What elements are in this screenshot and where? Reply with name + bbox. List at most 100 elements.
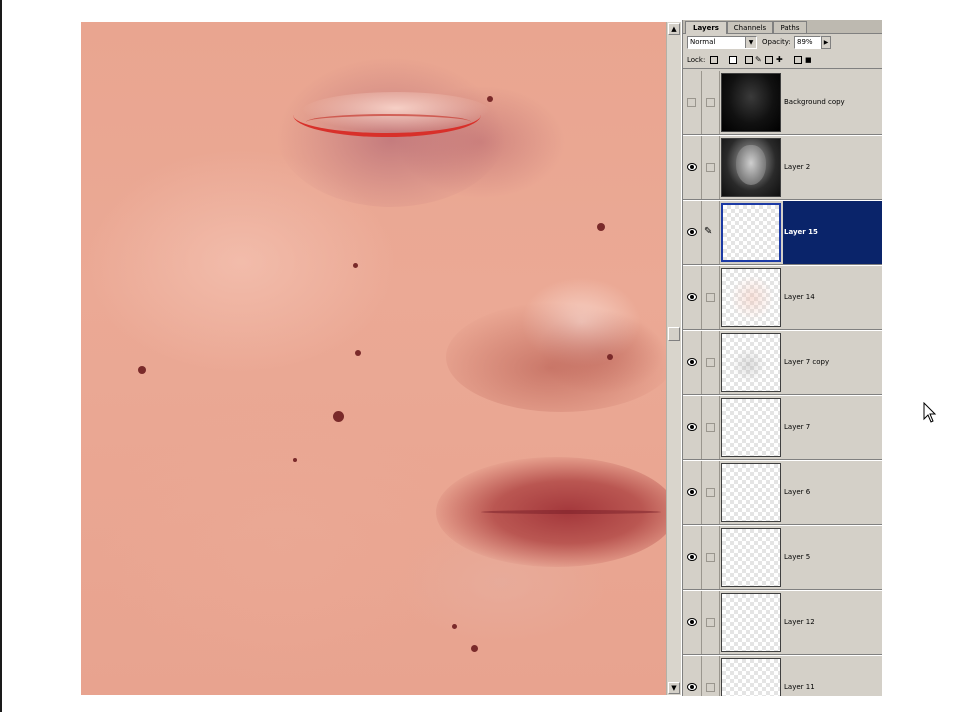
scroll-thumb[interactable] bbox=[668, 327, 680, 341]
link-toggle[interactable]: ✎ bbox=[702, 201, 720, 264]
mole bbox=[355, 350, 361, 356]
layer-name[interactable]: Layer 11 bbox=[783, 656, 882, 696]
empty-link-slot[interactable] bbox=[706, 618, 715, 627]
layer-row[interactable]: Layer 2 bbox=[683, 136, 882, 200]
empty-visibility-slot[interactable] bbox=[687, 98, 696, 107]
eye-icon[interactable] bbox=[687, 683, 697, 691]
layer-row[interactable]: Layer 7 bbox=[683, 396, 882, 460]
layer-name[interactable]: Layer 7 bbox=[783, 396, 882, 459]
opacity-slider-arrow-icon[interactable]: ▶ bbox=[821, 36, 831, 49]
visibility-toggle[interactable] bbox=[683, 71, 702, 134]
layer-thumbnail[interactable] bbox=[721, 203, 781, 262]
layer-thumbnail[interactable] bbox=[721, 138, 781, 197]
eye-icon[interactable] bbox=[687, 358, 697, 366]
brush-icon: ✎ bbox=[755, 55, 762, 64]
layer-thumbnail[interactable] bbox=[721, 658, 781, 696]
empty-link-slot[interactable] bbox=[706, 683, 715, 692]
layer-row[interactable]: Background copy bbox=[683, 71, 882, 135]
layer-thumbnail[interactable] bbox=[721, 268, 781, 327]
layer-row[interactable]: Layer 12 bbox=[683, 591, 882, 655]
lock-all-checkbox[interactable] bbox=[794, 56, 802, 64]
link-toggle[interactable] bbox=[702, 71, 720, 134]
layer-row[interactable]: Layer 11 bbox=[683, 656, 882, 696]
eye-icon[interactable] bbox=[687, 488, 697, 496]
mole bbox=[452, 624, 457, 629]
layer-row[interactable]: Layer 7 copy bbox=[683, 331, 882, 395]
lock-transparency-checkbox[interactable] bbox=[710, 56, 718, 64]
opacity-field[interactable]: 89% bbox=[794, 36, 821, 49]
empty-link-slot[interactable] bbox=[706, 423, 715, 432]
layer-row[interactable]: ✎ Layer 15 bbox=[683, 201, 882, 265]
tab-channels[interactable]: Channels bbox=[727, 21, 773, 33]
empty-link-slot[interactable] bbox=[706, 98, 715, 107]
link-toggle[interactable] bbox=[702, 656, 720, 696]
link-toggle[interactable] bbox=[702, 266, 720, 329]
scroll-down-arrow-icon[interactable]: ▼ bbox=[668, 682, 680, 694]
scroll-up-arrow-icon[interactable]: ▲ bbox=[668, 23, 680, 35]
empty-link-slot[interactable] bbox=[706, 293, 715, 302]
layer-name[interactable]: Layer 7 copy bbox=[783, 331, 882, 394]
eye-icon[interactable] bbox=[687, 618, 697, 626]
layer-row[interactable]: Layer 6 bbox=[683, 461, 882, 525]
tab-paths[interactable]: Paths bbox=[773, 21, 807, 33]
mole bbox=[487, 96, 493, 102]
link-toggle[interactable] bbox=[702, 331, 720, 394]
visibility-toggle[interactable] bbox=[683, 136, 702, 199]
layer-row[interactable]: Layer 5 bbox=[683, 526, 882, 590]
layer-thumbnail[interactable] bbox=[721, 398, 781, 457]
layer-thumbnail[interactable] bbox=[721, 593, 781, 652]
mouse-pointer-icon bbox=[923, 402, 937, 423]
layer-row[interactable]: Layer 14 bbox=[683, 266, 882, 330]
link-toggle[interactable] bbox=[702, 591, 720, 654]
chevron-down-icon[interactable]: ▼ bbox=[745, 37, 756, 48]
visibility-toggle[interactable] bbox=[683, 591, 702, 654]
lock-image-checkbox[interactable] bbox=[729, 56, 737, 64]
document-canvas[interactable] bbox=[81, 22, 666, 695]
layer-thumbnail[interactable] bbox=[721, 528, 781, 587]
eye-icon[interactable] bbox=[687, 293, 697, 301]
layer-name[interactable]: Layer 14 bbox=[783, 266, 882, 329]
palette-tabs: Layers Channels Paths bbox=[683, 20, 882, 34]
eye-icon[interactable] bbox=[687, 423, 697, 431]
blend-mode-value: Normal bbox=[690, 38, 716, 46]
empty-link-slot[interactable] bbox=[706, 358, 715, 367]
visibility-toggle[interactable] bbox=[683, 201, 702, 264]
tab-layers[interactable]: Layers bbox=[685, 21, 727, 34]
visibility-toggle[interactable] bbox=[683, 266, 702, 329]
layer-thumbnail[interactable] bbox=[721, 463, 781, 522]
link-toggle[interactable] bbox=[702, 526, 720, 589]
mole bbox=[607, 354, 613, 360]
eye-icon[interactable] bbox=[687, 553, 697, 561]
canvas-vertical-scrollbar[interactable]: ▲ ▼ bbox=[666, 22, 681, 695]
link-toggle[interactable] bbox=[702, 461, 720, 524]
layer-name[interactable]: Layer 12 bbox=[783, 591, 882, 654]
visibility-toggle[interactable] bbox=[683, 331, 702, 394]
layers-palette: Layers Channels Paths Normal ▼ Opacity: … bbox=[682, 20, 882, 696]
empty-link-slot[interactable] bbox=[706, 553, 715, 562]
eye-icon[interactable] bbox=[687, 163, 697, 171]
layer-thumbnail[interactable] bbox=[721, 73, 781, 132]
lock-position-checkbox[interactable] bbox=[765, 56, 773, 64]
brush-icon: ✎ bbox=[704, 226, 713, 237]
visibility-toggle[interactable] bbox=[683, 526, 702, 589]
layer-thumbnail[interactable] bbox=[721, 333, 781, 392]
layer-name[interactable]: Layer 15 bbox=[783, 201, 882, 264]
lock-row: Lock: ✎ ✚ ■ bbox=[683, 54, 882, 69]
layer-name[interactable]: Background copy bbox=[783, 71, 882, 134]
layer-name[interactable]: Layer 5 bbox=[783, 526, 882, 589]
lock-icon: ■ bbox=[805, 56, 812, 64]
empty-link-slot[interactable] bbox=[706, 488, 715, 497]
mole bbox=[471, 645, 478, 652]
visibility-toggle[interactable] bbox=[683, 396, 702, 459]
blend-mode-select[interactable]: Normal ▼ bbox=[687, 36, 757, 49]
link-toggle[interactable] bbox=[702, 136, 720, 199]
mole bbox=[138, 366, 146, 374]
link-toggle[interactable] bbox=[702, 396, 720, 459]
empty-link-slot[interactable] bbox=[706, 163, 715, 172]
eye-icon[interactable] bbox=[687, 228, 697, 236]
lock-brush-checkbox[interactable] bbox=[745, 56, 753, 64]
layer-name[interactable]: Layer 2 bbox=[783, 136, 882, 199]
visibility-toggle[interactable] bbox=[683, 461, 702, 524]
visibility-toggle[interactable] bbox=[683, 656, 702, 696]
layer-name[interactable]: Layer 6 bbox=[783, 461, 882, 524]
